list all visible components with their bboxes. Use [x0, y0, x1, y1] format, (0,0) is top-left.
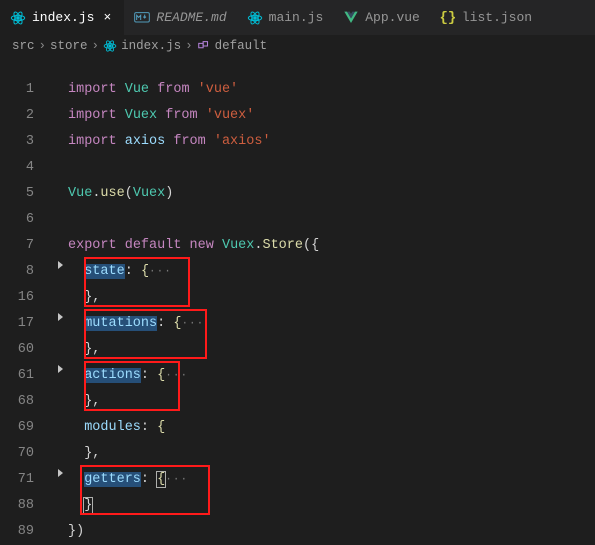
- breadcrumb-label: default: [215, 39, 268, 53]
- code-content[interactable]: import Vue from 'vue': [68, 77, 238, 103]
- code-line[interactable]: 4: [0, 155, 595, 181]
- react-icon: [247, 10, 263, 26]
- chevron-right-icon: ›: [39, 39, 47, 53]
- markdown-icon: [134, 10, 150, 26]
- fold-toggle[interactable]: [52, 259, 68, 271]
- code-content[interactable]: state: {···: [68, 259, 172, 285]
- code-line[interactable]: 7 export default new Vuex.Store({: [0, 233, 595, 259]
- line-number: 17: [0, 311, 52, 337]
- tab-bar: index.js × README.md main.js App.vue {} …: [0, 0, 595, 35]
- code-line[interactable]: 88 }: [0, 493, 595, 519]
- code-line[interactable]: 1 import Vue from 'vue': [0, 77, 595, 103]
- code-line[interactable]: 3 import axios from 'axios': [0, 129, 595, 155]
- fold-toggle[interactable]: [52, 311, 68, 323]
- fold-toggle[interactable]: [52, 467, 68, 479]
- code-content[interactable]: mutations: {···: [68, 311, 204, 337]
- code-line[interactable]: 16 },: [0, 285, 595, 311]
- json-icon: {}: [440, 10, 456, 26]
- line-number: 7: [0, 233, 52, 259]
- code-line[interactable]: 89}): [0, 519, 595, 545]
- code-content[interactable]: import Vuex from 'vuex': [68, 103, 254, 129]
- react-icon: [10, 10, 26, 26]
- tab-app-vue[interactable]: App.vue: [333, 0, 430, 35]
- code-line[interactable]: 5 Vue.use(Vuex): [0, 181, 595, 207]
- code-line[interactable]: 61 actions: {···: [0, 363, 595, 389]
- line-number: 5: [0, 181, 52, 207]
- code-content[interactable]: }): [68, 519, 84, 545]
- code-content[interactable]: },: [68, 337, 100, 363]
- line-number: 71: [0, 467, 52, 493]
- breadcrumb-item[interactable]: index.js: [103, 39, 181, 53]
- line-number: 89: [0, 519, 52, 545]
- tab-index-js[interactable]: index.js ×: [0, 0, 124, 35]
- code-content[interactable]: },: [68, 389, 100, 415]
- close-icon[interactable]: ×: [100, 11, 114, 25]
- line-number: 88: [0, 493, 52, 519]
- line-number: 68: [0, 389, 52, 415]
- line-number: 6: [0, 207, 52, 233]
- vue-icon: [343, 10, 359, 26]
- line-number: 3: [0, 129, 52, 155]
- code-line[interactable]: 69 modules: {: [0, 415, 595, 441]
- code-content[interactable]: }: [68, 493, 92, 519]
- code-content[interactable]: import axios from 'axios': [68, 129, 271, 155]
- code-line[interactable]: 2 import Vuex from 'vuex': [0, 103, 595, 129]
- tab-readme[interactable]: README.md: [124, 0, 236, 35]
- line-number: 2: [0, 103, 52, 129]
- line-number: 60: [0, 337, 52, 363]
- chevron-right-icon: ›: [92, 39, 100, 53]
- code-content[interactable]: actions: {···: [68, 363, 188, 389]
- code-line[interactable]: 60 },: [0, 337, 595, 363]
- breadcrumb-item[interactable]: src: [12, 39, 35, 53]
- tab-label: main.js: [269, 10, 324, 25]
- tab-label: list.json: [462, 10, 532, 25]
- code-line[interactable]: 8 state: {···: [0, 259, 595, 285]
- tab-label: index.js: [32, 10, 94, 25]
- code-line[interactable]: 68 },: [0, 389, 595, 415]
- breadcrumb-item[interactable]: default: [197, 39, 268, 53]
- tab-label: README.md: [156, 10, 226, 25]
- line-number: 8: [0, 259, 52, 285]
- breadcrumb-label: index.js: [121, 39, 181, 53]
- line-number: 1: [0, 77, 52, 103]
- code-line[interactable]: 6: [0, 207, 595, 233]
- chevron-right-icon: ›: [185, 39, 193, 53]
- tab-label: App.vue: [365, 10, 420, 25]
- line-number: 4: [0, 155, 52, 181]
- line-number: 70: [0, 441, 52, 467]
- code-line[interactable]: 70 },: [0, 441, 595, 467]
- code-content[interactable]: },: [68, 285, 100, 311]
- code-content[interactable]: getters: {···: [68, 467, 188, 493]
- code-content[interactable]: export default new Vuex.Store({: [68, 233, 319, 259]
- code-content[interactable]: modules: {: [68, 415, 165, 441]
- line-number: 69: [0, 415, 52, 441]
- code-editor[interactable]: 1 import Vue from 'vue' 2 import Vuex from …: [0, 57, 595, 545]
- fold-toggle[interactable]: [52, 363, 68, 375]
- tab-list-json[interactable]: {} list.json: [430, 0, 542, 35]
- code-content[interactable]: Vue.use(Vuex): [68, 181, 173, 207]
- code-content[interactable]: },: [68, 441, 100, 467]
- code-line[interactable]: 71 getters: {···: [0, 467, 595, 493]
- code-line[interactable]: 17 mutations: {···: [0, 311, 595, 337]
- breadcrumb: src › store › index.js › default: [0, 35, 595, 57]
- line-number: 61: [0, 363, 52, 389]
- breadcrumb-item[interactable]: store: [50, 39, 88, 53]
- tab-main-js[interactable]: main.js: [237, 0, 334, 35]
- line-number: 16: [0, 285, 52, 311]
